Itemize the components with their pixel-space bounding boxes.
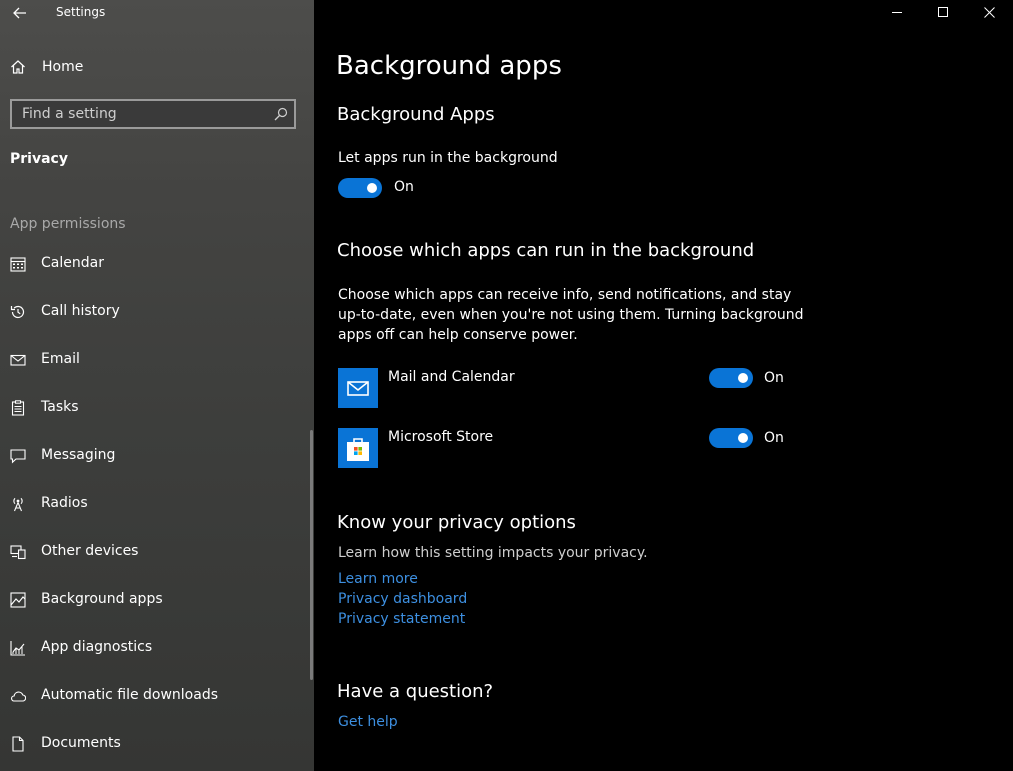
toggle-knob bbox=[738, 373, 748, 383]
minimize-icon bbox=[892, 12, 902, 13]
sidebar-item-label: Calendar bbox=[41, 255, 104, 271]
close-icon bbox=[984, 7, 995, 18]
sidebar: Settings Home Privacy App permissions Ca… bbox=[0, 0, 314, 771]
messaging-icon bbox=[10, 449, 26, 464]
minimize-button[interactable] bbox=[875, 0, 921, 26]
privacy-dashboard-link[interactable]: Privacy dashboard bbox=[338, 591, 467, 607]
tasks-icon bbox=[11, 400, 25, 416]
devices-icon bbox=[10, 545, 26, 560]
app-name-mail: Mail and Calendar bbox=[388, 369, 515, 385]
sidebar-item-calendar[interactable]: Calendar bbox=[0, 246, 310, 282]
store-icon bbox=[347, 438, 369, 461]
background-apps-icon bbox=[10, 592, 26, 608]
cloud-icon bbox=[11, 691, 26, 702]
background-apps-heading: Background Apps bbox=[337, 104, 495, 125]
title-bar: Settings bbox=[0, 0, 314, 26]
toggle-knob bbox=[738, 433, 748, 443]
search-box[interactable] bbox=[10, 99, 296, 129]
get-help-link[interactable]: Get help bbox=[338, 714, 398, 730]
history-icon bbox=[10, 305, 25, 319]
radio-tower-icon bbox=[13, 497, 23, 512]
sidebar-item-documents[interactable]: Documents bbox=[0, 726, 310, 762]
sidebar-item-radios[interactable]: Radios bbox=[0, 486, 310, 522]
choose-apps-heading: Choose which apps can run in the backgro… bbox=[337, 240, 755, 261]
sidebar-item-label: Tasks bbox=[41, 399, 79, 415]
sidebar-item-label: Email bbox=[41, 351, 80, 367]
app-title: Settings bbox=[56, 5, 106, 19]
page-title: Background apps bbox=[336, 51, 562, 81]
mail-calendar-toggle-state: On bbox=[764, 370, 784, 386]
learn-more-link[interactable]: Learn more bbox=[338, 571, 418, 587]
sidebar-item-label: Call history bbox=[41, 303, 120, 319]
document-icon bbox=[12, 736, 24, 752]
privacy-statement-link[interactable]: Privacy statement bbox=[338, 611, 465, 627]
mail-icon bbox=[347, 381, 369, 396]
sidebar-item-email[interactable]: Email bbox=[0, 342, 310, 378]
choose-apps-description: Choose which apps can receive info, send… bbox=[338, 285, 804, 345]
section-title-privacy: Privacy bbox=[10, 151, 68, 167]
privacy-options-heading: Know your privacy options bbox=[337, 512, 576, 533]
sidebar-item-app-diagnostics[interactable]: App diagnostics bbox=[0, 630, 310, 666]
sidebar-item-label: Radios bbox=[41, 495, 88, 511]
diagnostics-icon bbox=[10, 641, 25, 656]
let-apps-run-caption: Let apps run in the background bbox=[338, 150, 558, 166]
calendar-icon bbox=[10, 257, 26, 272]
maximize-icon bbox=[938, 7, 948, 17]
mail-app-tile bbox=[338, 368, 378, 408]
description-line: apps off can help conserve power. bbox=[338, 327, 578, 343]
maximize-button[interactable] bbox=[921, 0, 967, 26]
sidebar-item-label: Automatic file downloads bbox=[41, 687, 219, 703]
main-content: Background apps Background Apps Let apps… bbox=[314, 0, 1013, 771]
close-button[interactable] bbox=[967, 0, 1013, 26]
search-icon[interactable] bbox=[274, 107, 288, 121]
sidebar-item-label: Other devices bbox=[41, 543, 139, 559]
toggle-knob bbox=[367, 183, 377, 193]
sidebar-item-messaging[interactable]: Messaging bbox=[0, 438, 310, 474]
sidebar-item-call-history[interactable]: Call history bbox=[0, 294, 310, 330]
back-button[interactable] bbox=[10, 3, 30, 23]
sidebar-item-label: Messaging bbox=[41, 447, 116, 463]
sidebar-item-label: Background apps bbox=[41, 591, 163, 607]
back-arrow-icon bbox=[13, 7, 26, 19]
question-heading: Have a question? bbox=[337, 681, 494, 702]
sidebar-item-label: Documents bbox=[41, 735, 121, 751]
sidebar-item-automatic-file-downloads[interactable]: Automatic file downloads bbox=[0, 678, 310, 714]
description-line: Choose which apps can receive info, send… bbox=[338, 287, 792, 303]
sidebar-item-other-devices[interactable]: Other devices bbox=[0, 534, 310, 570]
sidebar-item-label: App diagnostics bbox=[41, 639, 153, 655]
let-apps-run-toggle[interactable] bbox=[338, 178, 382, 198]
privacy-description: Learn how this setting impacts your priv… bbox=[338, 545, 648, 561]
microsoft-store-toggle[interactable] bbox=[709, 428, 753, 448]
home-icon bbox=[11, 60, 25, 74]
mail-calendar-toggle[interactable] bbox=[709, 368, 753, 388]
store-app-tile bbox=[338, 428, 378, 468]
sidebar-home[interactable]: Home bbox=[0, 55, 314, 81]
let-apps-run-toggle-state: On bbox=[394, 179, 414, 195]
microsoft-store-toggle-state: On bbox=[764, 430, 784, 446]
description-line: up-to-date, even when you're not using t… bbox=[338, 307, 804, 323]
search-input[interactable] bbox=[22, 105, 262, 123]
home-label: Home bbox=[42, 59, 84, 75]
app-name-store: Microsoft Store bbox=[388, 429, 494, 445]
sidebar-item-background-apps[interactable]: Background apps bbox=[0, 582, 310, 618]
sidebar-item-tasks[interactable]: Tasks bbox=[0, 390, 310, 426]
group-label-app-permissions: App permissions bbox=[10, 216, 126, 232]
email-icon bbox=[10, 354, 26, 366]
